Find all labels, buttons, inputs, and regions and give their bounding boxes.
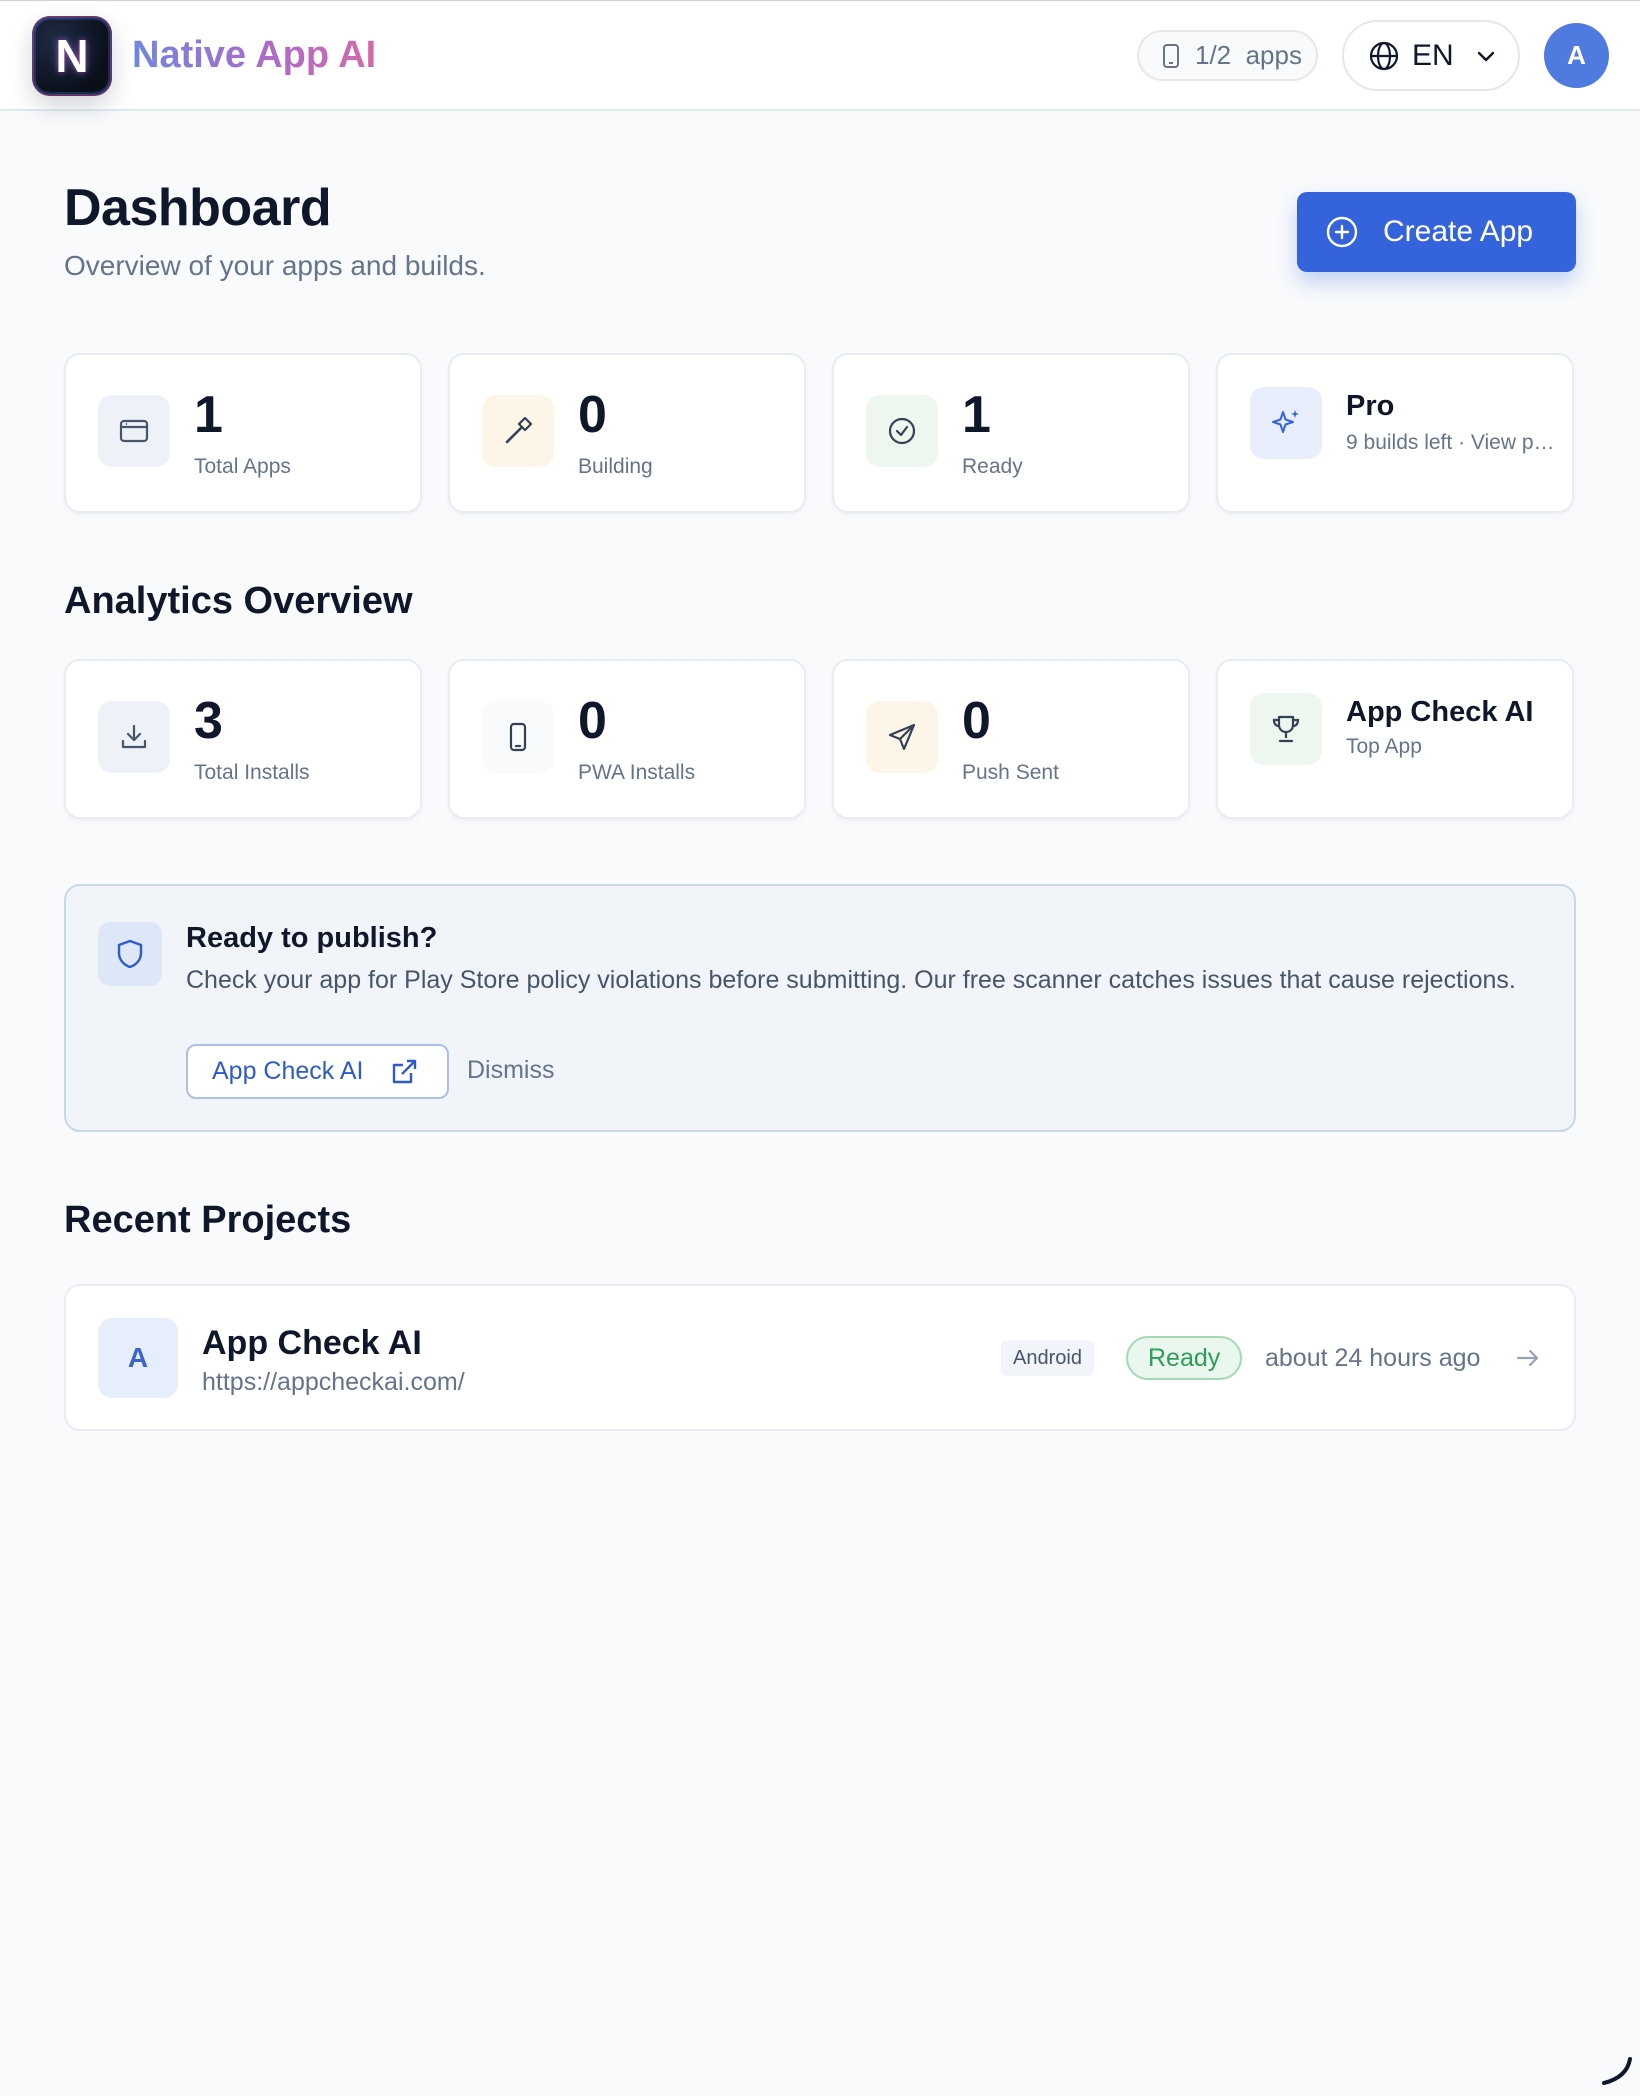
- stat-icon-box: [482, 701, 554, 773]
- plan-card[interactable]: Pro 9 builds left · View plans: [1216, 353, 1574, 513]
- status-badge: Ready: [1126, 1336, 1243, 1380]
- stat-icon-box: [98, 395, 170, 467]
- analytics-card-top-app[interactable]: App Check AI Top App: [1216, 659, 1574, 819]
- stat-label: Building: [578, 455, 653, 478]
- user-avatar[interactable]: A: [1544, 23, 1609, 88]
- plus-circle-icon: [1326, 216, 1358, 248]
- dismiss-button[interactable]: Dismiss: [467, 1056, 555, 1085]
- stat-label: Total Installs: [194, 761, 310, 784]
- app-check-ai-label: App Check AI: [212, 1057, 364, 1085]
- project-name: App Check AI: [202, 1324, 422, 1362]
- apps-usage-badge: 1/2 apps: [1137, 30, 1318, 81]
- apps-usage-text: 1/2 apps: [1195, 40, 1302, 70]
- project-updated-time: about 24 hours ago: [1265, 1344, 1481, 1372]
- stat-value: 1: [962, 386, 991, 444]
- publish-title: Ready to publish?: [186, 922, 438, 954]
- plan-icon-box: [1250, 387, 1322, 459]
- language-selector[interactable]: EN: [1342, 20, 1520, 91]
- project-url: https://appcheckai.com/: [202, 1368, 465, 1396]
- plan-builds-left[interactable]: 9 builds left · View plans: [1346, 431, 1556, 455]
- analytics-card-push-sent: 0 Push Sent: [832, 659, 1190, 819]
- logo-letter: N: [55, 30, 89, 82]
- publish-icon-box: [98, 922, 162, 986]
- send-icon: [888, 723, 916, 751]
- hammer-icon: [505, 416, 533, 444]
- publish-banner: Ready to publish? Check your app for Pla…: [64, 884, 1576, 1132]
- stat-icon-box: [98, 701, 170, 773]
- stat-icon-box: [1250, 693, 1322, 765]
- smartphone-icon: [509, 722, 527, 752]
- page-title: Dashboard: [64, 179, 332, 237]
- analytics-card-pwa-installs: 0 PWA Installs: [448, 659, 806, 819]
- stat-value: 0: [962, 692, 991, 750]
- smartphone-icon: [1163, 43, 1179, 68]
- loading-arc-icon: [1602, 2057, 1632, 2085]
- top-app-name: App Check AI: [1346, 696, 1534, 728]
- trophy-icon: [1272, 715, 1300, 743]
- create-app-button[interactable]: Create App: [1297, 192, 1576, 272]
- stat-label: Ready: [962, 455, 1023, 478]
- stat-label: Total Apps: [194, 455, 291, 478]
- top-bar: N Native App AI 1/2 apps EN A: [0, 0, 1640, 111]
- shield-icon: [117, 939, 143, 969]
- stat-icon-box: [866, 701, 938, 773]
- arrow-right-icon[interactable]: [1512, 1342, 1544, 1374]
- app-check-ai-button[interactable]: App Check AI: [186, 1044, 449, 1099]
- globe-icon: [1369, 41, 1399, 70]
- plan-name: Pro: [1346, 390, 1395, 422]
- sparkles-icon: [1272, 410, 1299, 433]
- stat-value: 3: [194, 692, 223, 750]
- stat-value: 0: [578, 386, 607, 444]
- project-avatar: A: [98, 1318, 178, 1398]
- stat-card-building: 0 Building: [448, 353, 806, 513]
- check-circle-icon: [888, 417, 916, 445]
- stat-card-total-apps: 1 Total Apps: [64, 353, 422, 513]
- stat-label: PWA Installs: [578, 761, 696, 784]
- publish-description: Check your app for Play Store policy vio…: [186, 966, 1516, 994]
- platform-badge: Android: [1001, 1340, 1094, 1376]
- browser-window-icon: [119, 419, 149, 443]
- stat-icon-box: [482, 395, 554, 467]
- brand-name[interactable]: Native App AI: [132, 31, 376, 79]
- top-app-label: Top App: [1346, 735, 1422, 758]
- stat-value: 1: [194, 386, 223, 444]
- app-logo[interactable]: N: [32, 16, 112, 96]
- analytics-title: Analytics Overview: [64, 580, 413, 622]
- download-icon: [121, 724, 147, 749]
- recent-projects-title: Recent Projects: [64, 1199, 352, 1241]
- project-row[interactable]: A App Check AI https://appcheckai.com/ A…: [64, 1284, 1576, 1431]
- language-code: EN: [1412, 38, 1454, 72]
- analytics-card-total-installs: 3 Total Installs: [64, 659, 422, 819]
- external-link-icon: [393, 1059, 417, 1083]
- stat-label: Push Sent: [962, 761, 1059, 784]
- chevron-down-icon: [1477, 51, 1494, 61]
- stat-icon-box: [866, 395, 938, 467]
- stat-value: 0: [578, 692, 607, 750]
- stat-card-ready: 1 Ready: [832, 353, 1190, 513]
- create-app-label: Create App: [1383, 215, 1534, 248]
- page-subtitle: Overview of your apps and builds.: [64, 250, 486, 281]
